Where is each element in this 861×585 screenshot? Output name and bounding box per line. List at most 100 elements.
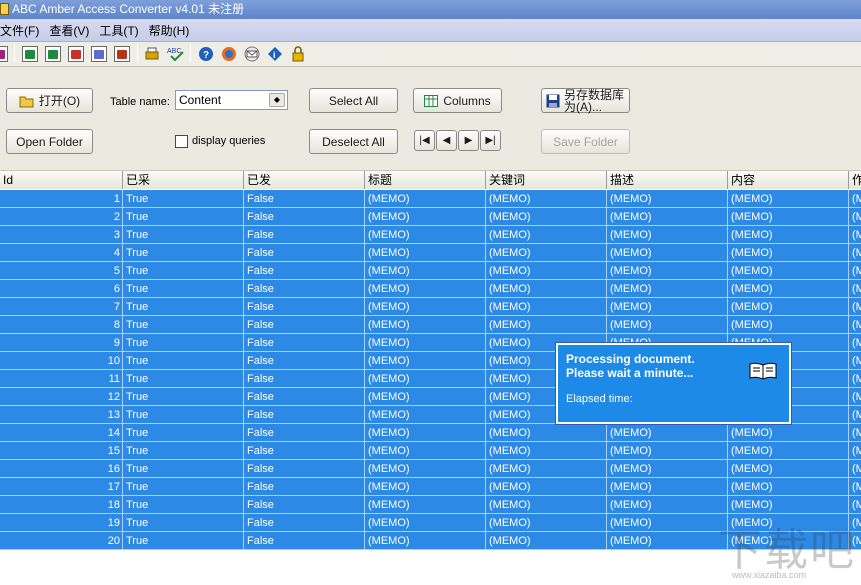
table-row[interactable]: 5TrueFalse(MEMO)(MEMO)(MEMO)(MEMO)(M — [0, 262, 861, 280]
table-cell[interactable]: 14 — [0, 424, 123, 442]
rtf-doc-icon[interactable] — [114, 46, 130, 62]
table-cell[interactable]: (MEMO) — [486, 262, 607, 280]
table-cell[interactable]: (M — [849, 406, 861, 424]
table-cell[interactable]: (MEMO) — [365, 190, 486, 208]
table-cell[interactable]: False — [244, 496, 365, 514]
table-cell[interactable]: (M — [849, 244, 861, 262]
lock-icon[interactable] — [290, 46, 306, 62]
column-header[interactable]: 描述 — [607, 171, 728, 189]
table-cell[interactable]: (M — [849, 208, 861, 226]
table-cell[interactable]: (MEMO) — [365, 460, 486, 478]
table-name-input[interactable] — [179, 92, 267, 108]
table-cell[interactable]: (MEMO) — [365, 514, 486, 532]
table-cell[interactable]: (MEMO) — [365, 532, 486, 550]
table-cell[interactable]: False — [244, 244, 365, 262]
table-row[interactable]: 16TrueFalse(MEMO)(MEMO)(MEMO)(MEMO)(M — [0, 460, 861, 478]
table-cell[interactable]: 17 — [0, 478, 123, 496]
table-cell[interactable]: (MEMO) — [365, 244, 486, 262]
table-cell[interactable]: (MEMO) — [486, 280, 607, 298]
table-cell[interactable]: False — [244, 442, 365, 460]
table-cell[interactable]: True — [123, 334, 244, 352]
table-cell[interactable]: False — [244, 478, 365, 496]
table-cell[interactable]: False — [244, 424, 365, 442]
table-cell[interactable]: (MEMO) — [728, 280, 849, 298]
table-cell[interactable]: True — [123, 370, 244, 388]
pdf-doc-icon[interactable] — [68, 46, 84, 62]
table-cell[interactable]: (MEMO) — [607, 316, 728, 334]
table-cell[interactable]: True — [123, 496, 244, 514]
menu-tools[interactable]: 工具(T) — [99, 22, 143, 39]
open-button[interactable]: 打开(O) — [6, 88, 93, 113]
table-cell[interactable]: 12 — [0, 388, 123, 406]
display-queries-checkbox[interactable] — [175, 135, 188, 148]
table-cell[interactable]: (MEMO) — [607, 460, 728, 478]
table-cell[interactable]: (MEMO) — [365, 226, 486, 244]
table-cell[interactable]: 7 — [0, 298, 123, 316]
table-cell[interactable]: False — [244, 388, 365, 406]
menu-file[interactable]: 文件(F) — [0, 22, 44, 39]
table-cell[interactable]: False — [244, 352, 365, 370]
table-cell[interactable]: (MEMO) — [607, 298, 728, 316]
table-cell[interactable]: (MEMO) — [607, 442, 728, 460]
table-cell[interactable]: False — [244, 334, 365, 352]
info-icon[interactable]: i — [267, 46, 283, 62]
chevron-down-icon[interactable]: ◆ — [269, 93, 285, 107]
first-record-button[interactable]: |◀ — [414, 130, 435, 151]
table-cell[interactable]: (MEMO) — [728, 496, 849, 514]
table-cell[interactable]: False — [244, 532, 365, 550]
last-record-button[interactable]: ▶| — [480, 130, 501, 151]
table-cell[interactable]: 20 — [0, 532, 123, 550]
table-cell[interactable]: (M — [849, 478, 861, 496]
table-cell[interactable]: False — [244, 262, 365, 280]
table-cell[interactable]: (M — [849, 316, 861, 334]
table-cell[interactable]: (MEMO) — [486, 478, 607, 496]
column-header[interactable]: 关键词 — [486, 171, 607, 189]
table-cell[interactable]: (MEMO) — [728, 316, 849, 334]
table-cell[interactable]: 2 — [0, 208, 123, 226]
table-cell[interactable]: (M — [849, 280, 861, 298]
table-cell[interactable]: (MEMO) — [607, 496, 728, 514]
table-cell[interactable]: (MEMO) — [365, 280, 486, 298]
table-cell[interactable]: (M — [849, 334, 861, 352]
table-cell[interactable]: True — [123, 460, 244, 478]
next-record-button[interactable]: ▶ — [458, 130, 479, 151]
table-row[interactable]: 3TrueFalse(MEMO)(MEMO)(MEMO)(MEMO)(M — [0, 226, 861, 244]
columns-button[interactable]: Columns — [413, 88, 502, 113]
table-row[interactable]: 1TrueFalse(MEMO)(MEMO)(MEMO)(MEMO)(M — [0, 190, 861, 208]
table-cell[interactable]: True — [123, 208, 244, 226]
table-cell[interactable]: (MEMO) — [365, 298, 486, 316]
select-all-button[interactable]: Select All — [309, 88, 398, 113]
table-cell[interactable]: (MEMO) — [486, 226, 607, 244]
table-cell[interactable]: (MEMO) — [365, 442, 486, 460]
table-cell[interactable]: 9 — [0, 334, 123, 352]
table-cell[interactable]: 1 — [0, 190, 123, 208]
table-cell[interactable]: (MEMO) — [486, 532, 607, 550]
table-cell[interactable]: (MEMO) — [728, 424, 849, 442]
table-cell[interactable]: (MEMO) — [365, 424, 486, 442]
table-cell[interactable]: True — [123, 298, 244, 316]
table-cell[interactable]: (MEMO) — [365, 208, 486, 226]
table-cell[interactable]: (MEMO) — [728, 190, 849, 208]
table-cell[interactable]: 19 — [0, 514, 123, 532]
table-cell[interactable]: (MEMO) — [486, 496, 607, 514]
help-icon[interactable]: ? — [198, 46, 214, 62]
column-header[interactable]: 已采 — [123, 171, 244, 189]
table-cell[interactable]: 3 — [0, 226, 123, 244]
table-cell[interactable]: True — [123, 442, 244, 460]
table-cell[interactable]: (MEMO) — [728, 442, 849, 460]
table-row[interactable]: 7TrueFalse(MEMO)(MEMO)(MEMO)(MEMO)(M — [0, 298, 861, 316]
table-cell[interactable]: False — [244, 460, 365, 478]
table-cell[interactable]: False — [244, 370, 365, 388]
table-cell[interactable]: False — [244, 406, 365, 424]
table-cell[interactable]: (M — [849, 424, 861, 442]
column-header[interactable]: 标题 — [365, 171, 486, 189]
table-cell[interactable]: (MEMO) — [365, 316, 486, 334]
table-cell[interactable]: False — [244, 514, 365, 532]
table-cell[interactable]: (MEMO) — [486, 244, 607, 262]
save-folder-button[interactable]: Save Folder — [541, 129, 630, 154]
table-cell[interactable]: True — [123, 424, 244, 442]
table-cell[interactable]: (M — [849, 298, 861, 316]
table-row[interactable]: 8TrueFalse(MEMO)(MEMO)(MEMO)(MEMO)(M — [0, 316, 861, 334]
table-cell[interactable]: (MEMO) — [365, 370, 486, 388]
table-cell[interactable]: False — [244, 316, 365, 334]
